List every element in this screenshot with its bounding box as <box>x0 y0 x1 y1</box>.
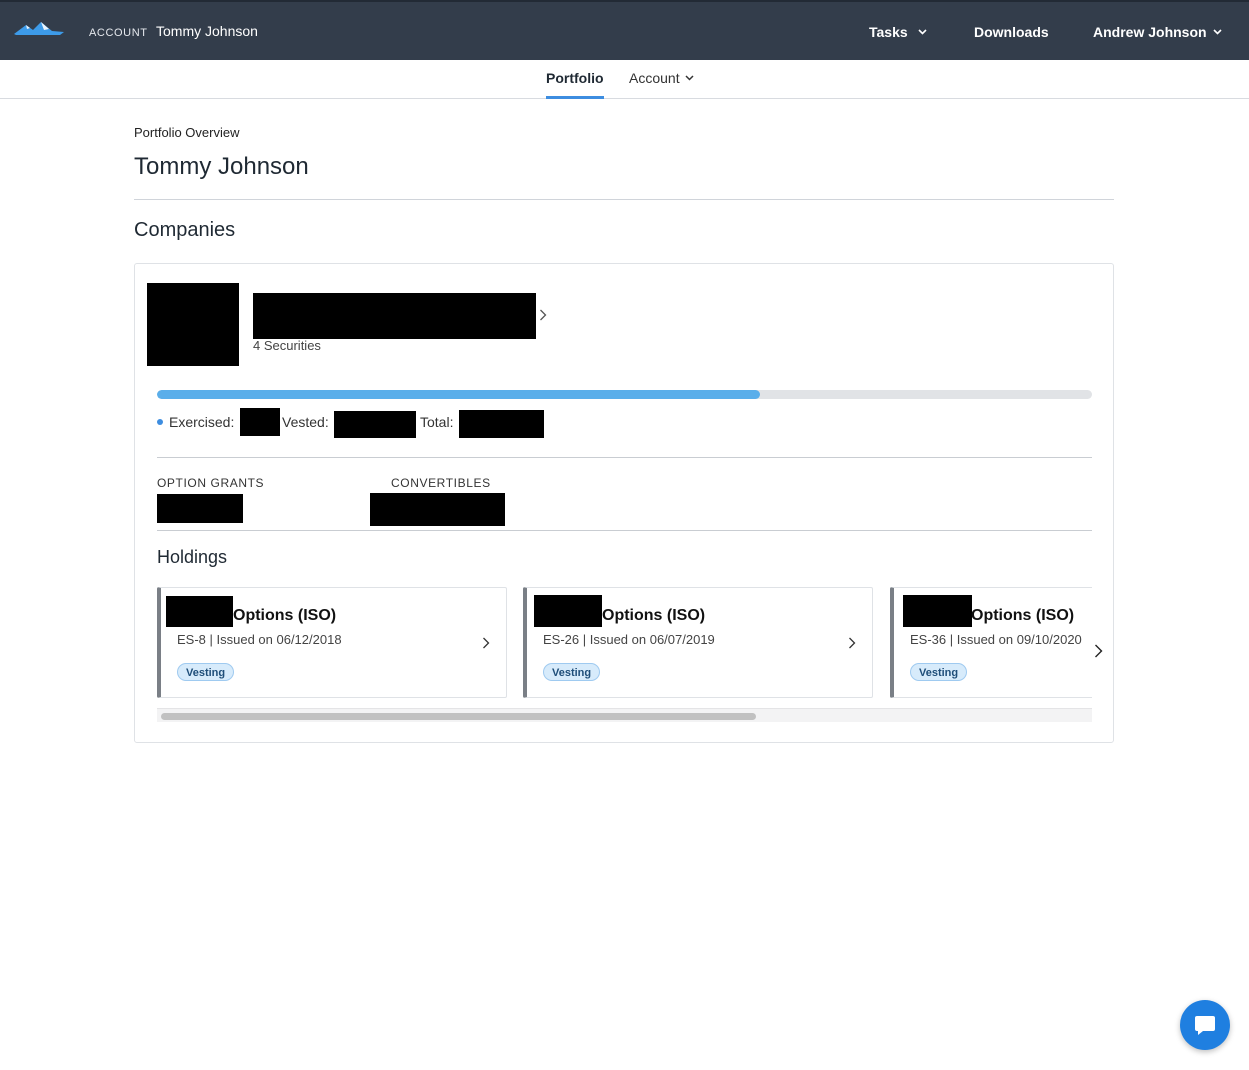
holding-subtitle: ES-26 | Issued on 06/07/2019 <box>543 632 715 647</box>
holding-title: Options (ISO) <box>602 607 706 624</box>
holdings-heading: Holdings <box>157 547 228 567</box>
tab-account[interactable]: Account <box>629 70 694 86</box>
tab-portfolio[interactable]: Portfolio <box>546 70 604 99</box>
tasks-label: Tasks <box>869 24 908 40</box>
status-badge: Vesting <box>910 663 968 681</box>
holding-title: Options (ISO) <box>233 607 337 624</box>
chevron-down-icon <box>918 29 927 35</box>
holding-amount-redacted <box>166 596 233 627</box>
account-name[interactable]: Tommy Johnson <box>156 23 258 39</box>
exercised-value-redacted <box>240 408 280 436</box>
vested-label: Vested: <box>282 414 329 430</box>
tasks-menu[interactable]: Tasks <box>869 24 927 40</box>
page-title: Tommy Johnson <box>134 153 309 180</box>
securities-count: 4 Securities <box>253 338 321 353</box>
holdings-scrollbar[interactable] <box>157 708 1092 722</box>
holding-amount-redacted <box>903 595 972 627</box>
sub-navigation: Portfolio Account <box>0 60 1249 99</box>
total-value-redacted <box>459 410 544 438</box>
holding-subtitle: ES-36 | Issued on 09/10/2020 <box>910 632 1082 647</box>
company-card: 4 Securities Exercised: Vested: Total: O… <box>134 263 1114 743</box>
holdings-carousel[interactable]: Options (ISO) ES-8 | Issued on 06/12/201… <box>157 587 1092 723</box>
holding-card[interactable]: Options (ISO) ES-26 | Issued on 06/07/20… <box>523 587 873 698</box>
downloads-link[interactable]: Downloads <box>974 24 1049 40</box>
exercised-legend-dot <box>157 419 163 425</box>
divider <box>157 530 1092 531</box>
chevron-down-icon <box>685 75 694 81</box>
breadcrumb: Portfolio Overview <box>134 125 240 140</box>
vesting-progress-bar <box>157 390 1092 399</box>
exercised-label: Exercised: <box>169 414 235 430</box>
chevron-right-icon[interactable] <box>1094 644 1103 658</box>
user-name: Andrew Johnson <box>1093 24 1207 40</box>
holding-title: Options (ISO) <box>971 607 1075 624</box>
status-badge: Vesting <box>177 663 235 681</box>
tab-account-label: Account <box>629 70 680 86</box>
chevron-right-icon[interactable] <box>539 309 547 321</box>
user-menu[interactable]: Andrew Johnson <box>1093 24 1222 40</box>
total-label: Total: <box>420 414 454 430</box>
holding-subtitle: ES-8 | Issued on 06/12/2018 <box>177 632 342 647</box>
chevron-right-icon <box>483 637 490 649</box>
company-logo-redacted[interactable] <box>147 283 239 366</box>
chevron-right-icon <box>849 637 856 649</box>
mountain-logo-icon[interactable] <box>14 20 64 38</box>
vested-value-redacted <box>334 411 416 438</box>
chat-bubble-icon <box>1195 1016 1215 1035</box>
holding-card[interactable]: Options (ISO) ES-36 | Issued on 09/10/20… <box>890 587 1092 698</box>
companies-heading: Companies <box>134 219 236 241</box>
scrollbar-thumb[interactable] <box>161 713 756 720</box>
divider <box>157 457 1092 458</box>
convertibles-label: CONVERTIBLES <box>391 476 491 490</box>
option-grants-label: OPTION GRANTS <box>157 476 265 490</box>
chat-button[interactable] <box>1180 1000 1230 1050</box>
convertibles-value-redacted <box>370 493 505 526</box>
holding-card[interactable]: Options (ISO) ES-8 | Issued on 06/12/201… <box>157 587 507 698</box>
vesting-progress-fill <box>157 390 761 399</box>
account-label: ACCOUNT <box>89 27 148 39</box>
company-name-redacted[interactable] <box>253 293 536 339</box>
holding-amount-redacted <box>534 595 602 627</box>
status-badge: Vesting <box>543 663 601 681</box>
option-grants-value-redacted <box>157 494 243 523</box>
top-navbar: ACCOUNT Tommy Johnson Tasks Downloads An… <box>0 0 1249 60</box>
divider <box>134 199 1114 200</box>
chevron-down-icon <box>1212 29 1222 35</box>
